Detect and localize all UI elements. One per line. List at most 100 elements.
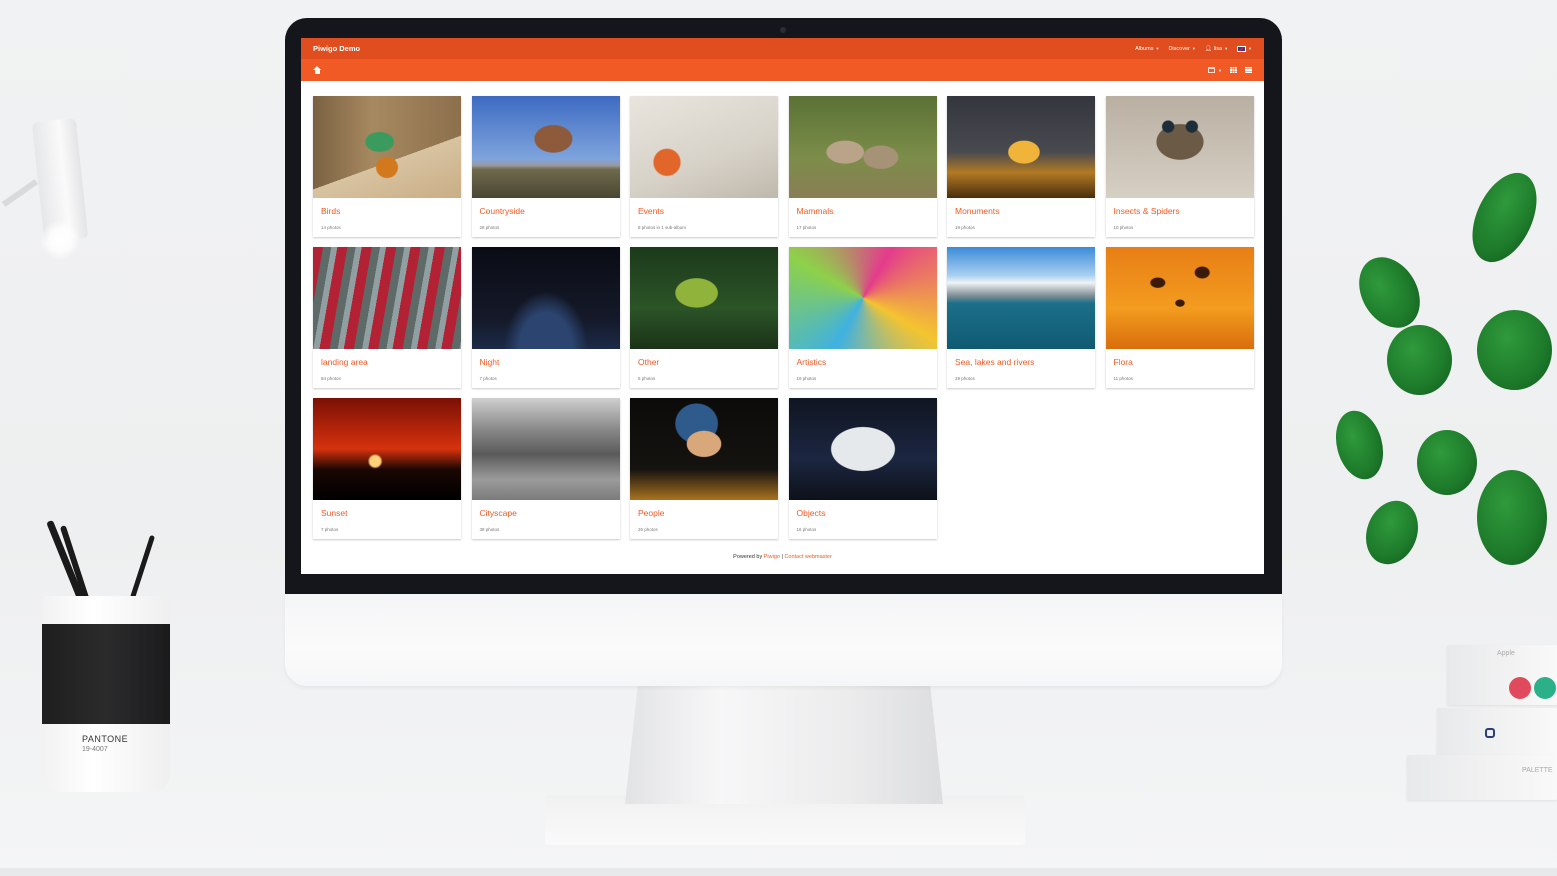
album-card[interactable]: Sea, lakes and rivers 29 photos: [947, 247, 1095, 388]
album-thumbnail[interactable]: [471, 96, 620, 198]
monitor-chin: [285, 594, 1282, 686]
list-view-icon[interactable]: [1245, 67, 1252, 73]
album-photo-count: 7 photos: [479, 376, 497, 381]
caret-down-icon: ▼: [1191, 46, 1196, 51]
album-thumbnail[interactable]: [1105, 96, 1254, 198]
album-card[interactable]: Insects & Spiders 10 photos: [1105, 96, 1254, 237]
leaf: [1477, 470, 1547, 565]
album-card[interactable]: Birds 14 photos: [313, 96, 461, 237]
grid-view-icon[interactable]: [1230, 67, 1237, 73]
album-photo-count: 8 photos in 1 sub-album: [638, 225, 687, 230]
album-card[interactable]: Sunset 7 photos: [313, 398, 461, 539]
album-card[interactable]: Objects 16 photos: [788, 398, 937, 539]
album-card[interactable]: Night 7 photos: [471, 247, 620, 388]
album-thumbnail[interactable]: [788, 398, 937, 500]
book: Apple: [1447, 645, 1557, 705]
site-brand[interactable]: Piwigo Demo: [313, 44, 360, 53]
album-title[interactable]: Night: [472, 349, 620, 370]
album-title[interactable]: Cityscape: [472, 500, 620, 521]
album-photo-count: 5 photos: [638, 376, 656, 381]
main-nav: Albums ▼ Discover ▼ 👤︎ lisa ▼ ▼: [1135, 45, 1252, 52]
album-photo-count: 84 photos: [321, 376, 341, 381]
album-title[interactable]: Other: [630, 349, 778, 370]
album-title[interactable]: Insects & Spiders: [1106, 198, 1254, 219]
album-title[interactable]: People: [630, 500, 778, 521]
album-thumbnail[interactable]: [788, 247, 937, 349]
album-photo-count: 16 photos: [796, 527, 817, 532]
album-title[interactable]: Monuments: [947, 198, 1095, 219]
pen-cup: PANTONE 19-4007: [42, 519, 172, 796]
lamp-arm: [1, 179, 39, 207]
album-title[interactable]: Events: [630, 198, 778, 219]
album-thumbnail[interactable]: [313, 96, 461, 198]
piwigo-link[interactable]: Piwigo: [764, 554, 780, 560]
album-title[interactable]: Objects: [789, 500, 937, 521]
album-card[interactable]: Artistics 19 photos: [788, 247, 937, 388]
album-title[interactable]: Flora: [1106, 349, 1254, 370]
album-title[interactable]: landing area: [313, 349, 461, 370]
nav-albums[interactable]: Albums ▼: [1135, 46, 1159, 52]
album-title[interactable]: Artistics: [789, 349, 937, 370]
album-card[interactable]: landing area 84 photos: [313, 247, 461, 388]
album-card[interactable]: Countryside 28 photos: [471, 96, 620, 237]
album-card[interactable]: People 26 photos: [630, 398, 778, 539]
album-thumbnail[interactable]: [1105, 247, 1254, 349]
album-card[interactable]: Events 8 photos in 1 sub-album: [630, 96, 778, 237]
album-photo-count: 38 photos: [479, 527, 500, 532]
calendar-icon[interactable]: [1208, 67, 1216, 73]
cup-band: [42, 624, 170, 724]
book-label: PALETTE: [1522, 767, 1553, 774]
album-photo-count: 26 photos: [638, 527, 658, 532]
album-photo-count: 19 photos: [796, 376, 817, 381]
album-title[interactable]: Sunset: [313, 500, 461, 521]
contact-webmaster-link[interactable]: Contact webmaster: [784, 554, 831, 560]
home-icon[interactable]: [313, 66, 321, 74]
nav-discover[interactable]: Discover ▼: [1168, 46, 1195, 52]
album-title[interactable]: Birds: [313, 198, 461, 219]
pen: [129, 534, 156, 600]
footer-separator: |: [781, 554, 783, 560]
album-card[interactable]: Other 5 photos: [630, 247, 778, 388]
album-card[interactable]: Monuments 19 photos: [947, 96, 1095, 237]
album-photo-count: 17 photos: [796, 225, 817, 230]
album-title[interactable]: Sea, lakes and rivers: [947, 349, 1095, 370]
nav-user-label: lisa: [1213, 45, 1223, 52]
leaf: [1387, 325, 1452, 395]
plant: [1327, 160, 1557, 580]
album-thumbnail[interactable]: [788, 96, 937, 198]
caret-down-icon: ▼: [1218, 67, 1222, 73]
album-photo-count: 19 photos: [955, 225, 975, 230]
album-title[interactable]: Mammals: [789, 198, 937, 219]
album-thumbnail[interactable]: [947, 96, 1095, 198]
leaf: [1417, 430, 1477, 495]
album-thumbnail[interactable]: [471, 398, 620, 500]
camera: [780, 27, 786, 33]
album-thumbnail[interactable]: [630, 398, 778, 500]
album-thumbnail[interactable]: [471, 247, 620, 349]
book-stack: Apple PALETTE: [1402, 640, 1557, 800]
caret-down-icon: ▼: [1224, 46, 1229, 51]
lamp-light: [40, 220, 80, 260]
nav-user[interactable]: 👤︎ lisa ▼: [1205, 46, 1228, 52]
album-title[interactable]: Countryside: [472, 198, 620, 219]
nav-discover-label: Discover: [1168, 45, 1190, 52]
album-thumbnail[interactable]: [313, 398, 461, 500]
nav-language[interactable]: ▼: [1237, 45, 1252, 52]
album-card[interactable]: Cityscape 38 photos: [471, 398, 620, 539]
book: [1437, 708, 1557, 760]
caret-down-icon: ▼: [1155, 46, 1160, 51]
album-thumbnail[interactable]: [630, 96, 778, 198]
desk-edge: [0, 868, 1557, 876]
album-card[interactable]: Mammals 17 photos: [788, 96, 937, 237]
view-tools: ▼: [1208, 67, 1252, 73]
caret-down-icon: ▼: [1248, 46, 1252, 51]
imac-monitor: Piwigo Demo Albums ▼ Discover ▼ 👤︎ lisa …: [285, 18, 1282, 804]
leaf: [1477, 310, 1552, 390]
album-thumbnail[interactable]: [947, 247, 1095, 349]
cup-brand: PANTONE: [82, 734, 129, 744]
breadcrumb-bar: ▼: [301, 59, 1264, 81]
album-thumbnail[interactable]: [630, 247, 778, 349]
album-thumbnail[interactable]: [313, 247, 461, 349]
album-photo-count: 29 photos: [955, 376, 975, 381]
album-card[interactable]: Flora 11 photos: [1105, 247, 1254, 388]
